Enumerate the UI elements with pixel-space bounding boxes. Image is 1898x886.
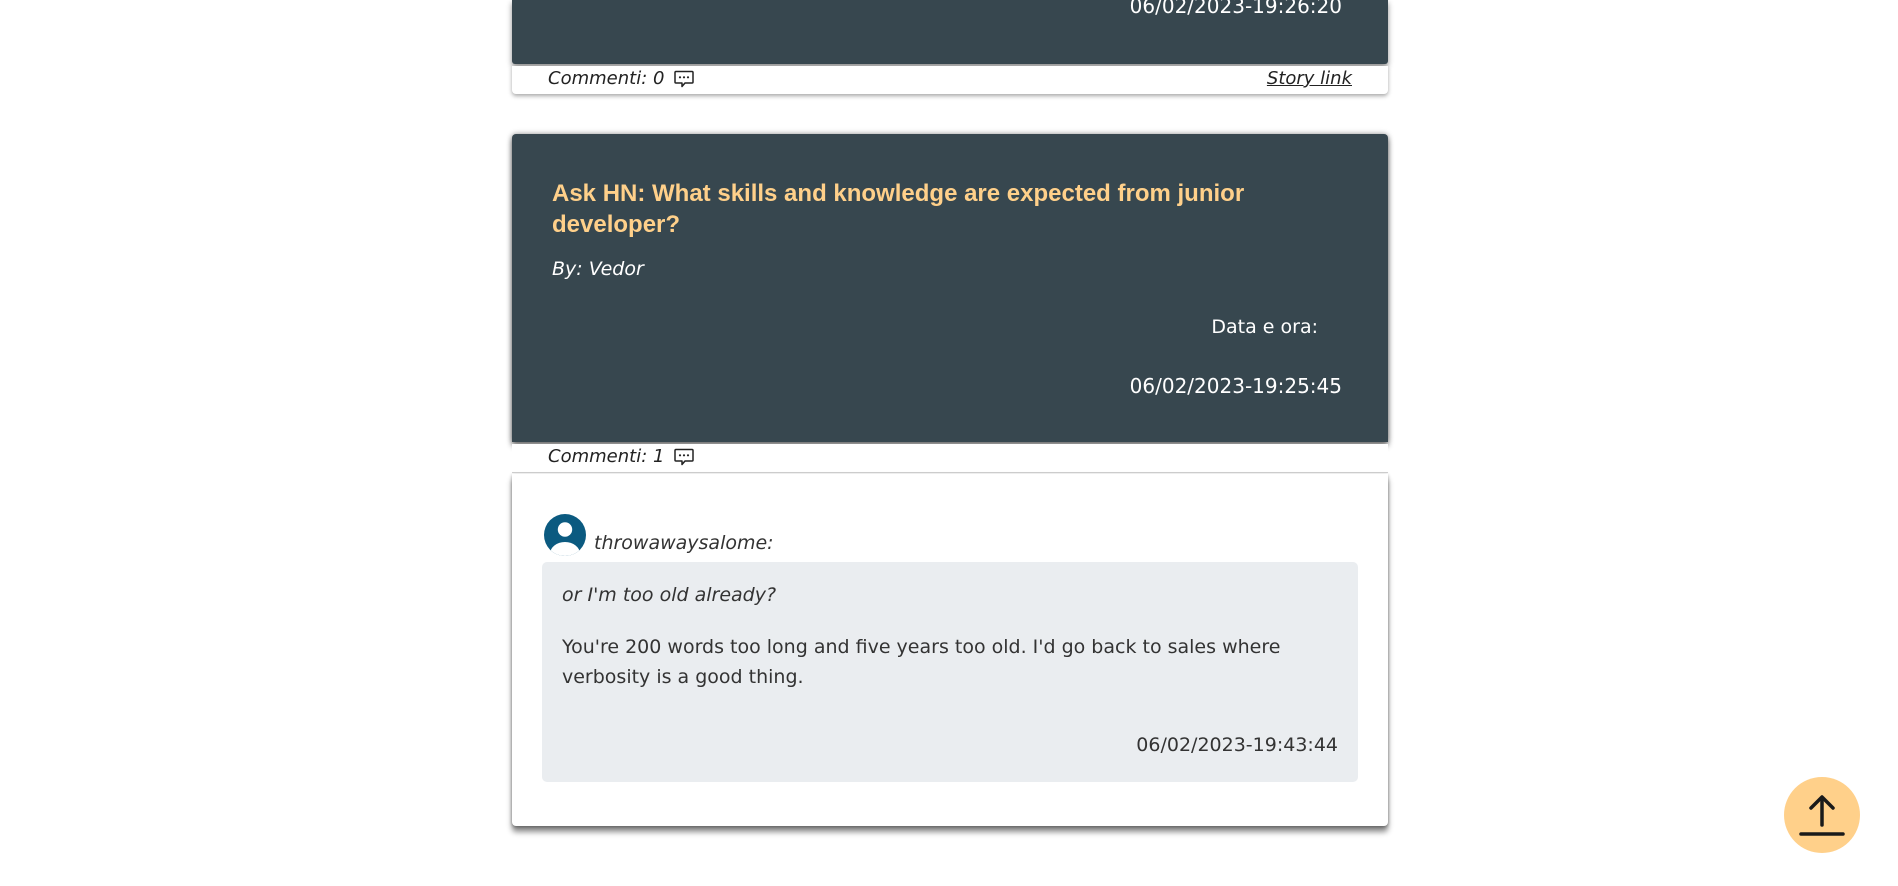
story-date: 06/02/2023-19:26:20: [1129, 0, 1342, 18]
comments-count: Commenti: 1: [548, 446, 665, 467]
story-date: 06/02/2023-19:25:45: [1129, 374, 1342, 398]
story-card-footer: Commenti: 0 Story link: [512, 66, 1388, 94]
story-card-footer: Commenti: 1: [512, 444, 1388, 473]
comment-thread: throwawaysalome: or I'm too old already?…: [512, 474, 1388, 826]
story-title: Ask HN: What skills and knowledge are ex…: [552, 180, 1245, 238]
comments-toggle[interactable]: Commenti: 1: [548, 446, 695, 467]
chat-bubble-icon: [674, 70, 695, 88]
comment-date: 06/02/2023-19:43:44: [1136, 734, 1338, 756]
chat-bubble-icon: [674, 448, 695, 466]
comment-author: throwawaysalome:: [544, 514, 774, 556]
comment-quote: or I'm too old already?: [562, 584, 777, 606]
scroll-to-top-button[interactable]: [1784, 777, 1860, 853]
comment-author-name: throwawaysalome:: [594, 532, 774, 554]
story-author: By: Vedor: [552, 258, 644, 280]
story-card-header: Ask HN: What skills and knowledge are ex…: [512, 134, 1388, 442]
comments-toggle[interactable]: Commenti: 0: [548, 68, 695, 89]
user-circle-icon: [544, 514, 586, 556]
story-card-header: 06/02/2023-19:26:20: [512, 0, 1388, 64]
comment-body-box: or I'm too old already? You're 200 words…: [542, 562, 1358, 782]
date-label: Data e ora:: [1211, 316, 1318, 338]
story-link[interactable]: Story link: [1267, 68, 1352, 89]
comments-count: Commenti: 0: [548, 68, 665, 89]
comment-text: You're 200 words too long and five years…: [562, 636, 1281, 688]
arrow-up-to-line-icon: [1794, 787, 1850, 843]
